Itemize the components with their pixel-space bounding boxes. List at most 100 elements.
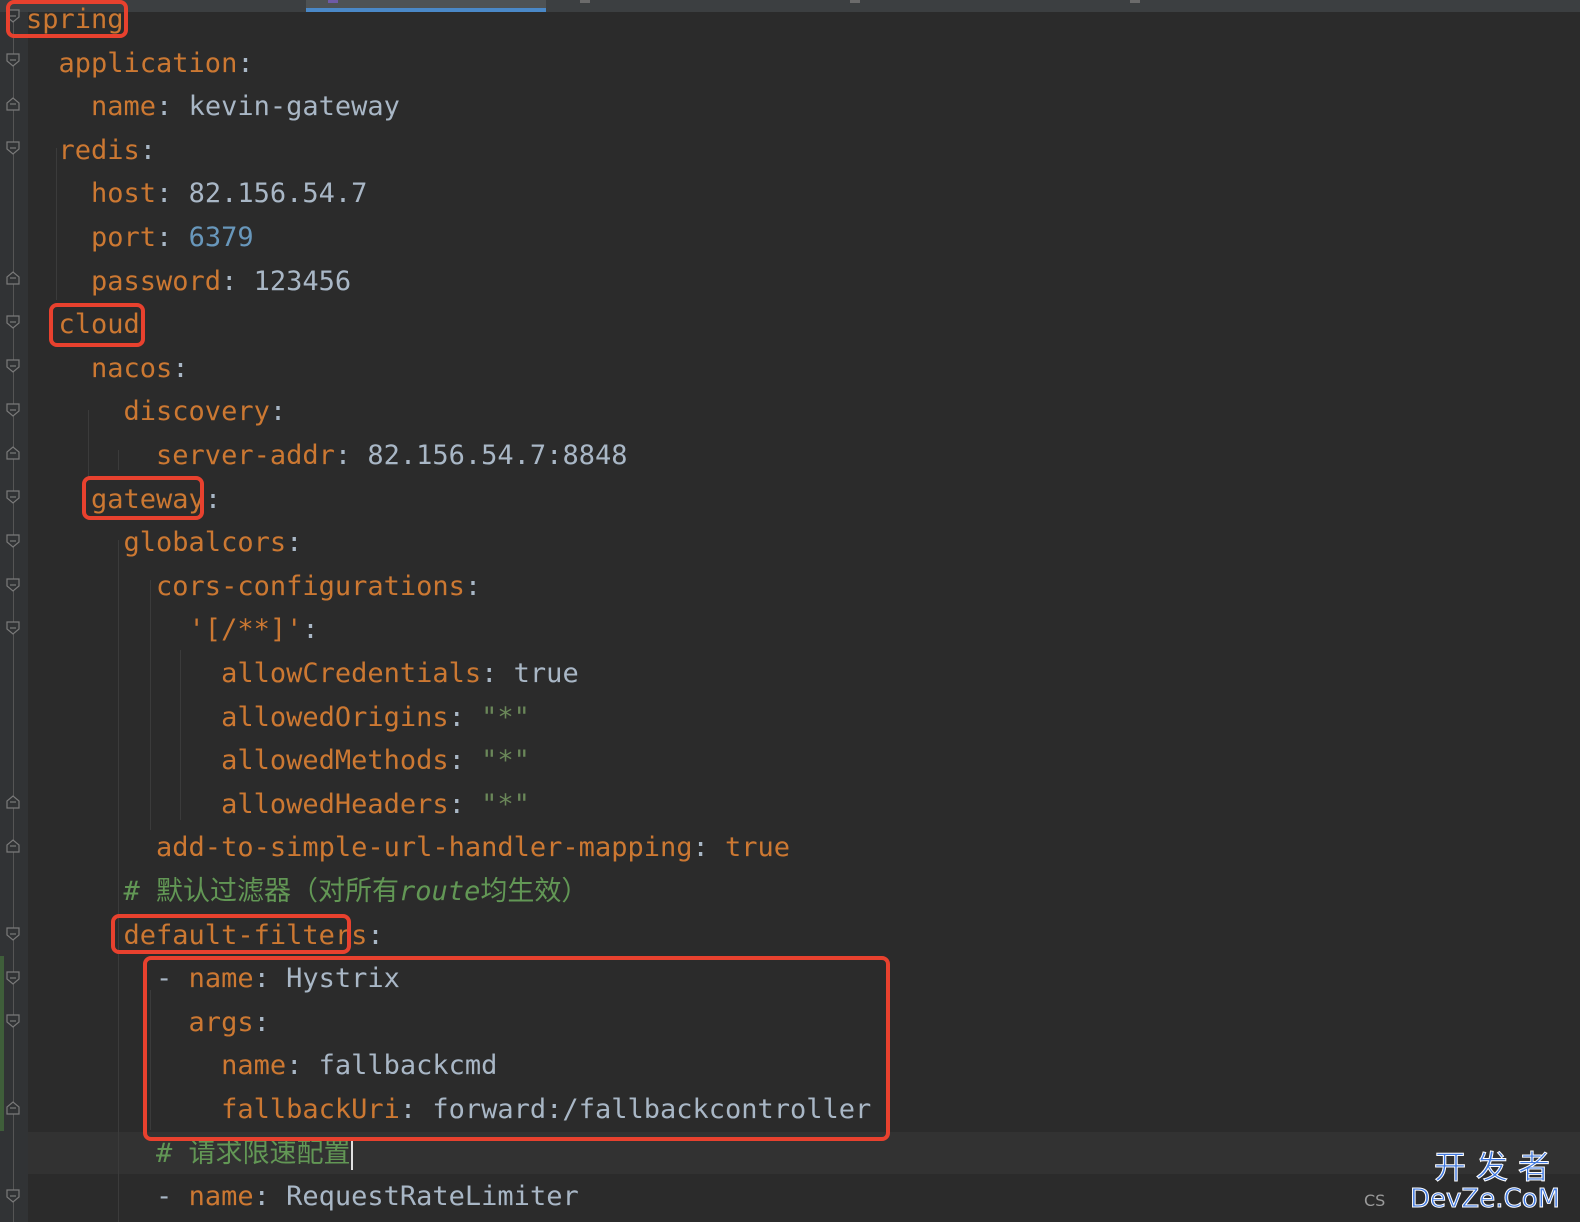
highlight-cloud [49,303,145,347]
code-line[interactable]: port: 6379 [26,221,254,255]
highlight-default-filters [111,914,351,954]
code-token: server-addr [26,440,335,471]
code-token: allowCredentials [26,658,482,689]
code-token: : [302,614,319,646]
code-token: # 请求限速配置 [26,1137,351,1169]
code-token: : [156,222,189,253]
code-line[interactable]: allowCredentials: true [26,657,579,691]
highlight-hystrix-filter [143,956,890,1141]
code-token: port [26,222,157,253]
watermark-cn: 开发者 [1433,1148,1560,1186]
code-token: "*" [481,745,530,777]
code-token: globalcors [26,527,287,559]
code-line[interactable]: name: kevin-gateway [26,90,400,124]
fold-open-icon[interactable] [6,578,20,592]
tab-file-icon [328,0,338,3]
code-token: password [26,265,222,297]
fold-open-icon[interactable] [6,1189,20,1203]
code-token: 82.156.54.7 [188,178,368,210]
fold-open-icon[interactable] [6,359,20,373]
code-token: '[/**]' [26,614,303,646]
code-line[interactable]: nacos: [26,352,189,386]
code-token: : [237,47,254,79]
fold-open-icon[interactable] [6,490,20,504]
code-token: host [26,178,157,210]
code-line[interactable]: server-addr: 82.156.54.7:8848 [26,439,627,473]
fold-open-icon[interactable] [6,315,20,329]
code-token: : [172,352,189,384]
code-token: : [139,134,157,166]
code-token: 6379 [188,222,254,253]
code-line[interactable]: add-to-simple-url-handler-mapping: true [26,831,790,865]
code-line[interactable]: # 默认过滤器（对所有route均生效） [26,875,589,909]
fold-end-icon[interactable] [6,446,20,460]
fold-end-icon[interactable] [6,839,20,853]
code-line[interactable]: - name: RequestRateLimiter [26,1180,579,1214]
code-line[interactable]: cors-configurations: [26,570,481,604]
code-token: allowedHeaders [26,788,449,820]
code-token: : [156,178,189,210]
code-token: - [26,1181,189,1213]
code-token: # 默认过滤器（对所有 [26,876,400,907]
code-token: nacos [26,352,173,384]
code-token: application [26,47,238,79]
code-token: allowedOrigins [26,701,449,733]
code-line[interactable]: redis: [26,134,157,168]
code-line[interactable]: host: 82.156.54.7 [26,177,367,211]
code-token: allowedMethods [26,745,449,777]
code-token: : [253,1181,287,1213]
code-token: : [448,788,482,820]
code-line[interactable]: '[/**]': [26,613,319,647]
code-token: : [448,745,482,777]
code-line[interactable]: application: [26,47,254,81]
watermark-cs: CS [1364,1191,1386,1210]
code-token: : [269,396,287,428]
fold-open-icon[interactable] [6,621,20,635]
code-token: true [513,658,579,689]
code-token: 82.156.54.7:8848 [367,440,628,471]
code-token: : [286,527,303,559]
code-line[interactable]: globalcors: [26,526,303,560]
code-line[interactable]: allowedMethods: "*" [26,744,530,778]
code-editor[interactable]: spring application: name: kevin-gateway … [0,0,1580,1222]
fold-open-icon[interactable] [6,927,20,941]
code-line[interactable]: discovery: [26,395,287,429]
fold-open-icon[interactable] [6,1014,20,1028]
code-token: : [692,832,725,864]
code-token: true [725,832,791,864]
fold-open-icon[interactable] [6,534,20,548]
code-token: route [399,876,481,907]
fold-end-icon[interactable] [6,795,20,809]
code-token: : [221,265,254,297]
highlight-gateway [82,476,204,520]
code-token: cors-configurations [26,570,465,602]
editor-gutter [0,12,28,1222]
vcs-change-marker[interactable] [0,956,4,1131]
tab-separator [850,0,860,3]
fold-open-icon[interactable] [6,971,20,985]
code-token: 均生效） [480,876,589,907]
code-token: "*" [481,701,530,733]
code-token: RequestRateLimiter [286,1181,579,1213]
code-token: : [481,658,514,689]
code-line[interactable]: # 请求限速配置 [26,1137,353,1171]
code-token: : [448,701,482,733]
code-line[interactable]: allowedHeaders: "*" [26,788,530,822]
code-token: : [334,440,368,471]
editor-tab-strip [0,0,1580,12]
code-token: : [204,483,222,515]
fold-open-icon[interactable] [6,403,20,417]
code-token: 123456 [253,265,352,297]
code-line[interactable]: allowedOrigins: "*" [26,701,530,735]
fold-end-icon[interactable] [6,271,20,285]
fold-open-icon[interactable] [6,141,20,155]
code-token: name [188,1181,254,1213]
code-token: : [464,570,482,602]
fold-open-icon[interactable] [6,53,20,67]
fold-end-icon[interactable] [6,1101,20,1115]
active-tab-underline [306,8,546,12]
code-token: add-to-simple-url-handler-mapping [26,832,693,864]
code-token: "*" [481,788,530,820]
fold-end-icon[interactable] [6,97,20,111]
code-line[interactable]: password: 123456 [26,265,351,299]
